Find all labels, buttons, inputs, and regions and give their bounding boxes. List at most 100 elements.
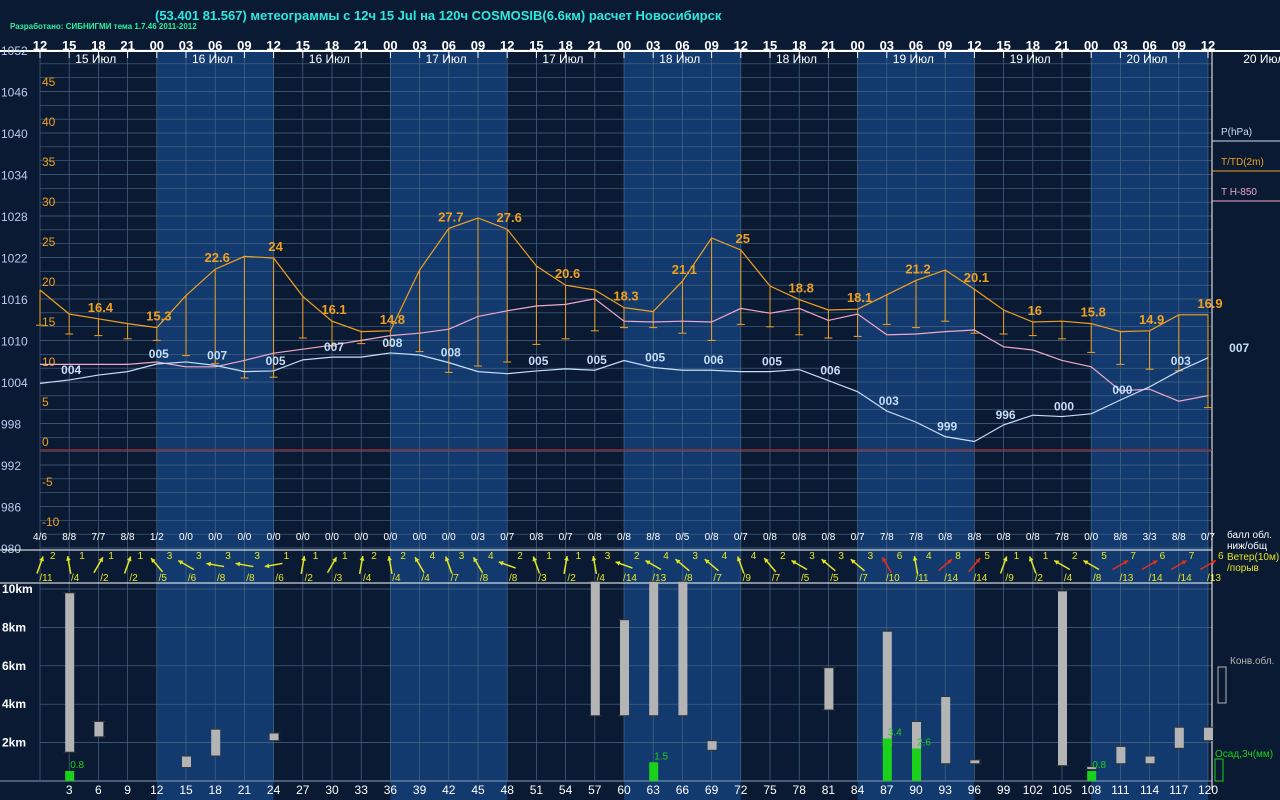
temperature-tick-label: -5 <box>42 475 53 489</box>
hour-label: 03 <box>646 38 660 53</box>
forecast-hour-label: 54 <box>559 783 573 797</box>
cloud-cover-title-1: балл обл. <box>1227 529 1272 541</box>
temperature-tick-label: 40 <box>42 115 56 129</box>
wind-gust-label: /14 <box>1149 573 1163 584</box>
wind-speed-label: 2 <box>400 551 406 562</box>
pressure-value-label: 003 <box>1171 354 1191 368</box>
height-tick-label: 8km <box>2 620 26 634</box>
wind-speed-label: 3 <box>692 551 698 562</box>
forecast-hour-label: 87 <box>880 783 894 797</box>
wind-gust-label: /4 <box>1064 573 1073 584</box>
forecast-hour-label: 30 <box>325 783 339 797</box>
temperature-tick-label: 25 <box>42 235 56 249</box>
wind-speed-label: 1 <box>1014 551 1020 562</box>
pressure-value-label: 999 <box>937 420 957 434</box>
hour-label: 06 <box>442 38 456 53</box>
wind-speed-label: 2 <box>780 551 786 562</box>
hour-label: 09 <box>237 38 251 53</box>
cloud-cover-label: 0/7 <box>851 532 865 543</box>
hour-label: 03 <box>880 38 894 53</box>
height-tick-label: 4km <box>2 697 26 711</box>
convective-cloud-bar <box>941 696 951 764</box>
temperature-value-label: 21.1 <box>672 262 697 277</box>
day-label: 18 Июл <box>776 52 817 66</box>
hour-label: 15 <box>62 38 76 53</box>
pressure-tick-label: 986 <box>1 501 21 515</box>
forecast-hour-label: 66 <box>676 783 690 797</box>
pressure-value-label: 996 <box>996 408 1016 422</box>
wind-speed-label: 1 <box>284 551 290 562</box>
temperature-tick-label: 5 <box>42 395 49 409</box>
forecast-hour-label: 36 <box>384 783 398 797</box>
wind-gust-label: /4 <box>421 573 430 584</box>
pressure-tick-label: 998 <box>1 418 21 432</box>
wind-speed-label: 1 <box>313 551 319 562</box>
wind-speed-label: 4 <box>488 551 494 562</box>
wind-speed-label: 1 <box>108 551 114 562</box>
convective-cloud-bar <box>269 733 279 741</box>
temperature-tick-label: 45 <box>42 75 56 89</box>
temperature-value-label: 22.6 <box>205 250 230 265</box>
chart-title: (53.401 81.567) метеограммы с 12ч 15 Jul… <box>155 8 722 23</box>
hour-label: 12 <box>1201 38 1215 53</box>
wind-legend-1: Ветер(10м) <box>1227 552 1279 563</box>
wind-speed-label: 4 <box>663 551 669 562</box>
convective-cloud-bar <box>620 619 629 716</box>
cloud-cover-label: 0/8 <box>997 532 1011 543</box>
precip-legend: Осад,3ч(мм) <box>1215 749 1273 760</box>
wind-legend-2: /порыв <box>1227 563 1259 574</box>
wind-gust-label: /7 <box>713 573 722 584</box>
forecast-hour-label: 96 <box>968 783 982 797</box>
wind-gust-label: /6 <box>188 573 197 584</box>
wind-speed-label: 3 <box>605 551 611 562</box>
hour-label: 00 <box>1084 38 1098 53</box>
forecast-hour-label: 33 <box>355 783 369 797</box>
temperature-value-label: 15.3 <box>146 309 171 324</box>
hour-label: 18 <box>792 38 806 53</box>
wind-gust-label: /8 <box>246 573 255 584</box>
convective-cloud-bar <box>1174 727 1184 749</box>
cloud-cover-label: 0/0 <box>208 532 222 543</box>
temperature-value-label: 14.8 <box>380 312 405 327</box>
cloud-cover-label: 0/0 <box>413 532 427 543</box>
convective-cloud-bar <box>649 581 659 716</box>
temperature-value-label: 14.9 <box>1139 312 1164 327</box>
temperature-value-label: 16 <box>1028 303 1042 318</box>
day-label: 16 Июл <box>192 52 233 66</box>
hour-label: 15 <box>763 38 777 53</box>
temperature-tick-label: 15 <box>42 315 56 329</box>
forecast-hour-label: 81 <box>822 783 836 797</box>
day-label: 15 Июл <box>75 52 116 66</box>
pressure-value-label: 005 <box>528 354 548 368</box>
hour-label: 00 <box>383 38 397 53</box>
precip-bar <box>1087 771 1097 781</box>
wind-speed-label: 3 <box>868 551 874 562</box>
temperature-value-label: 18.1 <box>847 290 872 305</box>
wind-speed-label: 1 <box>546 551 552 562</box>
pressure-tick-label: 992 <box>1 459 21 473</box>
wind-gust-label: /9 <box>1005 573 1014 584</box>
forecast-hour-label: 114 <box>1140 783 1159 797</box>
cloud-cover-label: 0/8 <box>792 532 806 543</box>
hour-label: 00 <box>850 38 864 53</box>
day-label: 19 Июл <box>1010 52 1051 66</box>
pressure-value-label: 000 <box>1112 383 1132 397</box>
wind-speed-label: 5 <box>984 551 990 562</box>
forecast-hour-label: 9 <box>124 783 131 797</box>
cloud-cover-label: 7/8 <box>1055 532 1069 543</box>
day-label: 17 Июл <box>426 52 467 66</box>
temperature-tick-label: -10 <box>42 515 60 529</box>
hour-label: 21 <box>1055 38 1069 53</box>
height-tick-label: 2km <box>2 736 26 750</box>
cloud-cover-label: 0/8 <box>617 532 631 543</box>
convective-cloud-bar <box>94 721 104 737</box>
forecast-hour-label: 18 <box>209 783 223 797</box>
forecast-hour-label: 24 <box>267 783 281 797</box>
hour-label: 12 <box>967 38 981 53</box>
hour-label: 18 <box>91 38 105 53</box>
cloud-cover-label: 7/8 <box>909 532 923 543</box>
height-tick-label: 10km <box>2 582 33 596</box>
hour-label: 12 <box>734 38 748 53</box>
cloud-cover-label: 8/8 <box>1172 532 1186 543</box>
wind-gust-label: /2 <box>129 573 138 584</box>
